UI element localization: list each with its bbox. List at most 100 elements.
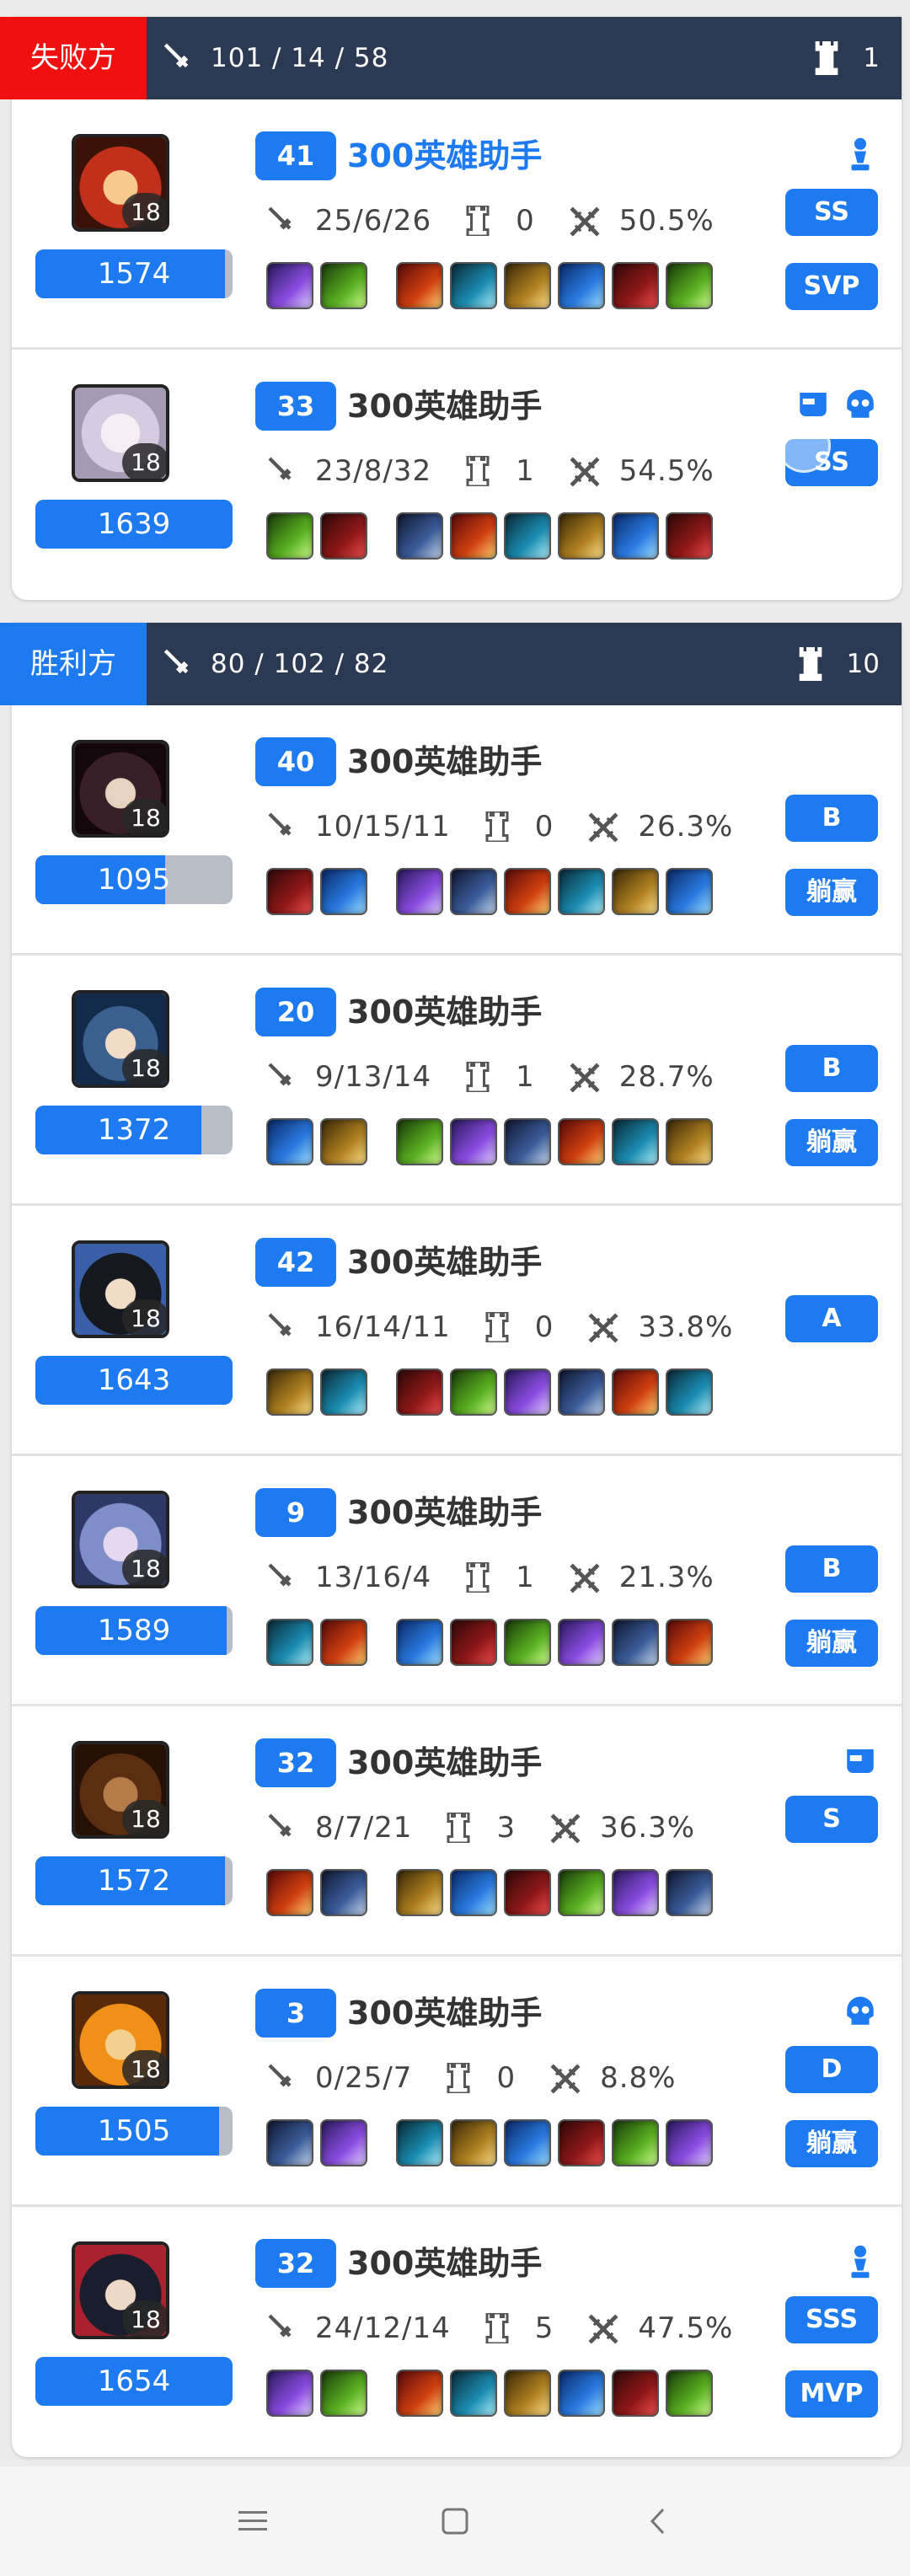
item-slot-icon bbox=[504, 1368, 551, 1416]
item-slots bbox=[396, 1869, 713, 1916]
grade-button[interactable]: D bbox=[785, 2046, 878, 2093]
grade-button[interactable]: B bbox=[785, 1045, 878, 1092]
item-slot-icon bbox=[450, 512, 497, 560]
player-name[interactable]: 300英雄助手 bbox=[347, 131, 542, 180]
item-slots bbox=[396, 262, 713, 309]
grade-button[interactable]: S bbox=[785, 1796, 878, 1843]
award-button[interactable]: 躺赢 bbox=[785, 869, 878, 916]
player-row[interactable]: 18 1643 42 300英雄助手 16/14/11 0 33.8% A bbox=[12, 1206, 902, 1456]
player-towers: 0 bbox=[496, 2061, 517, 2095]
player-level-badge: 40 bbox=[255, 737, 336, 786]
item-slot-icon bbox=[558, 262, 605, 309]
grade-button[interactable]: A bbox=[785, 1295, 878, 1342]
item-slot-icon bbox=[666, 868, 713, 915]
tower-icon bbox=[465, 1561, 495, 1594]
skill-slots bbox=[266, 1619, 367, 1666]
award-button[interactable]: 躺赢 bbox=[785, 2120, 878, 2167]
grade-button[interactable]: SS bbox=[785, 189, 878, 236]
player-towers: 5 bbox=[534, 2311, 554, 2345]
award-button[interactable]: MVP bbox=[785, 2370, 878, 2418]
player-row[interactable]: 18 1639 33 300英雄助手 23/8/32 1 54.5% SS bbox=[12, 350, 902, 600]
player-stats: 9/13/14 1 28.7% bbox=[265, 1050, 748, 1104]
item-slot-icon bbox=[450, 2370, 497, 2417]
award-button[interactable]: SVP bbox=[785, 263, 878, 310]
item-slot-icon bbox=[558, 868, 605, 915]
player-name[interactable]: 300英雄助手 bbox=[347, 2239, 542, 2288]
hero-avatar[interactable]: 18 bbox=[72, 1491, 169, 1588]
item-slots bbox=[396, 2370, 713, 2417]
hero-avatar[interactable]: 18 bbox=[72, 384, 169, 482]
item-slot-icon bbox=[666, 1619, 713, 1666]
award-button[interactable]: 躺赢 bbox=[785, 1119, 878, 1166]
hero-avatar[interactable]: 18 bbox=[72, 1240, 169, 1338]
player-name[interactable]: 300英雄助手 bbox=[347, 988, 542, 1036]
team-towers-value: 1 bbox=[863, 43, 880, 73]
player-row[interactable]: 18 1095 40 300英雄助手 10/15/11 0 26.3% B 躺赢 bbox=[12, 705, 902, 956]
rating-value: 1643 bbox=[97, 1363, 171, 1397]
grade-button[interactable]: B bbox=[785, 795, 878, 842]
player-row[interactable]: 18 1654 32 300英雄助手 24/12/14 5 47.5% SSS MVP bbox=[12, 2207, 902, 2457]
player-towers: 1 bbox=[516, 454, 535, 488]
rating-value: 1639 bbox=[97, 507, 171, 541]
skill-slot-icon bbox=[320, 868, 367, 915]
sword-icon bbox=[265, 2313, 295, 2343]
team-towers: 1 bbox=[812, 17, 880, 99]
hero-level: 18 bbox=[122, 2300, 166, 2336]
player-badges bbox=[795, 387, 878, 422]
hero-avatar[interactable]: 18 bbox=[72, 990, 169, 1088]
player-name[interactable]: 300英雄助手 bbox=[347, 737, 542, 786]
hero-avatar[interactable]: 18 bbox=[72, 1991, 169, 2089]
player-name[interactable]: 300英雄助手 bbox=[347, 1989, 542, 2038]
player-row[interactable]: 18 1372 20 300英雄助手 9/13/14 1 28.7% B 躺赢 bbox=[12, 956, 902, 1206]
hero-avatar[interactable]: 18 bbox=[72, 740, 169, 838]
grade-button[interactable]: SSS bbox=[785, 2296, 878, 2343]
player-towers: 0 bbox=[534, 810, 554, 843]
sword-icon bbox=[265, 811, 295, 842]
skill-slots bbox=[266, 262, 367, 309]
player-badges bbox=[843, 137, 878, 172]
player-row[interactable]: 18 1572 32 300英雄助手 8/7/21 3 36.3% S bbox=[12, 1706, 902, 1957]
player-towers: 1 bbox=[516, 1561, 535, 1594]
item-slot-icon bbox=[396, 2119, 443, 2166]
player-row[interactable]: 18 1589 9 300英雄助手 13/16/4 1 21.3% B 躺赢 bbox=[12, 1456, 902, 1706]
item-slot-icon bbox=[558, 2370, 605, 2417]
hero-avatar[interactable]: 18 bbox=[72, 2241, 169, 2339]
item-slot-icon bbox=[450, 868, 497, 915]
team-kda: 101 / 14 / 58 bbox=[160, 17, 388, 99]
player-damage: 36.3% bbox=[600, 1811, 696, 1845]
rating-value: 1589 bbox=[97, 1614, 171, 1647]
item-slot-icon bbox=[504, 2119, 551, 2166]
player-towers: 0 bbox=[516, 204, 535, 238]
item-slots bbox=[396, 512, 713, 560]
item-slot-icon bbox=[612, 1619, 659, 1666]
menu-icon[interactable] bbox=[228, 2496, 278, 2547]
skill-slots bbox=[266, 2119, 367, 2166]
skill-slots bbox=[266, 2370, 367, 2417]
item-slot-icon bbox=[504, 1619, 551, 1666]
grade-button[interactable]: B bbox=[785, 1545, 878, 1593]
home-icon[interactable] bbox=[430, 2496, 480, 2547]
player-row[interactable]: 18 1574 41 300英雄助手 25/6/26 0 50.5% SS SVP bbox=[12, 99, 902, 350]
player-name[interactable]: 300英雄助手 bbox=[347, 382, 542, 431]
damage-share-icon bbox=[587, 1312, 618, 1343]
hero-avatar[interactable]: 18 bbox=[72, 134, 169, 232]
player-name[interactable]: 300英雄助手 bbox=[347, 1738, 542, 1787]
sword-icon bbox=[265, 1312, 295, 1342]
rating-bar: 1643 bbox=[35, 1356, 233, 1405]
award-button[interactable]: 躺赢 bbox=[785, 1620, 878, 1667]
player-name[interactable]: 300英雄助手 bbox=[347, 1488, 542, 1537]
sword-icon bbox=[163, 649, 189, 674]
sword-icon bbox=[265, 1062, 295, 1092]
rating-value: 1572 bbox=[97, 1864, 171, 1898]
player-row[interactable]: 18 1505 3 300英雄助手 0/25/7 0 8.8% D 躺赢 bbox=[12, 1957, 902, 2207]
item-slots bbox=[396, 2119, 713, 2166]
back-icon[interactable] bbox=[632, 2496, 682, 2547]
damage-share-icon bbox=[569, 1062, 600, 1093]
player-name[interactable]: 300英雄助手 bbox=[347, 1238, 542, 1287]
hero-avatar[interactable]: 18 bbox=[72, 1741, 169, 1839]
player-kda: 10/15/11 bbox=[315, 810, 451, 843]
skill-slot-icon bbox=[266, 512, 313, 560]
player-level-badge: 32 bbox=[255, 2239, 336, 2288]
item-slot-icon bbox=[450, 1118, 497, 1165]
team-kda-value: 101 / 14 / 58 bbox=[211, 43, 389, 73]
